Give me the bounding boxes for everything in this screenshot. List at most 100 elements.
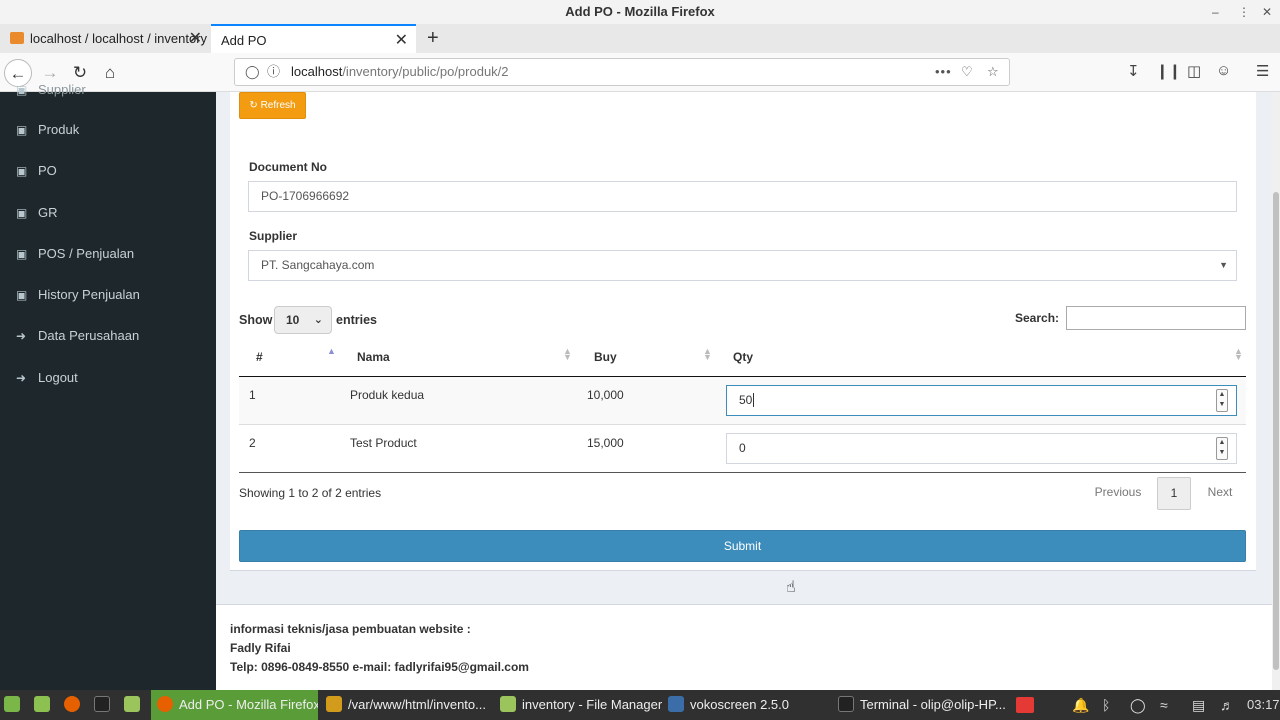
download-icon[interactable]: ↧ [1127,62,1140,80]
sidebar-item-gr[interactable]: ▣ GR [16,203,58,223]
buy-price: 15,000 [587,436,624,450]
clock[interactable]: 03:17 [1247,690,1280,720]
url-bar[interactable]: ◯ ⓘ localhost/inventory/public/po/produk… [234,58,1010,86]
maximize-icon[interactable]: ⋮ [1238,0,1250,24]
account-icon[interactable]: ☺ [1216,62,1231,79]
close-tab-icon[interactable]: ✕ [395,26,408,53]
new-tab-icon[interactable]: + [427,24,439,52]
row-number: 2 [249,436,256,450]
footer-info: informasi teknis/jasa pembuatan website … [230,622,471,636]
qty-input[interactable]: 50 ▲ ▼ [726,385,1237,416]
terminal-launcher-icon[interactable] [94,690,118,720]
qty-value: 0 [739,441,746,455]
refresh-button[interactable]: ↻ Refresh [239,92,306,119]
qty-stepper[interactable]: ▲ ▼ [1216,437,1228,460]
shield-icon[interactable]: ◯ [1130,690,1146,720]
sort-asc-icon: ▲ [327,346,336,356]
sidebar-item-logout[interactable]: ➜ Logout [16,368,78,388]
sidebar-item-label: Supplier [38,82,86,97]
footer-contact: Telp: 0896-0849-8550 e-mail: fadlyrifai9… [230,660,529,674]
chevron-down-icon: ⌄ [313,314,323,326]
url-path: /inventory/public/po/produk/2 [342,64,509,79]
files-launcher-icon[interactable] [124,690,148,720]
row-divider [239,424,1246,425]
info-icon[interactable]: ⓘ [267,59,280,85]
pocket-icon[interactable]: ♡ [961,59,973,85]
page-actions-icon[interactable]: ••• [935,59,952,85]
tab-phpmyadmin[interactable]: localhost / localhost / inventory ✕ [0,24,210,53]
qty-input[interactable]: 0 ▲ ▼ [726,433,1237,464]
page-1-button[interactable]: 1 [1157,477,1191,510]
refresh-icon: ↻ [249,100,258,111]
sidebar-item-produk[interactable]: ▣ Produk [16,120,79,140]
next-button[interactable]: Next [1197,477,1243,510]
firefox-launcher-icon[interactable] [64,690,88,720]
taskbar-item-editor[interactable]: /var/www/html/invento... [322,690,494,720]
taskbar-item-vokoscreen[interactable]: vokoscreen 2.5.0 [664,690,828,720]
sort-icon: ▲ ▼ [703,346,712,362]
clipboard-icon[interactable]: ▤ [1192,690,1205,720]
table-footer-divider [239,472,1246,473]
sidebar-item-label: Logout [38,370,78,385]
taskbar-item-terminal[interactable]: Terminal - olip@olip-HP... [834,690,1010,720]
sort-icon: ▲ ▼ [563,346,572,362]
volume-icon[interactable]: ♬ [1220,690,1234,720]
submit-button[interactable]: Submit [239,530,1246,562]
app-tray-icon[interactable] [1016,690,1034,720]
minimize-icon[interactable]: – [1212,0,1219,24]
column-header-no[interactable]: # [256,350,263,364]
tab-bar: localhost / localhost / inventory ✕ Add … [0,24,1280,53]
column-header-qty[interactable]: Qty [733,350,753,364]
page-length-select[interactable]: 10 ⌄ [274,306,332,334]
hand-cursor-icon: ☝ [786,579,796,596]
vertical-scrollbar[interactable] [1272,92,1280,690]
url-host: localhost [291,64,343,79]
sidebar-item-history[interactable]: ▣ History Penjualan [16,285,140,305]
wifi-icon[interactable]: ≈ [1160,690,1168,720]
sidebar-item-supplier[interactable]: ▣ Supplier [16,80,86,100]
document-no-field[interactable]: PO-1706966692 [248,181,1237,212]
refresh-label: Refresh [260,100,296,111]
buy-price: 10,000 [587,388,624,402]
sidebar-item-label: PO [38,163,57,178]
previous-button[interactable]: Previous [1085,477,1151,510]
close-tab-icon[interactable]: ✕ [189,24,202,53]
show-label: Show [239,313,273,327]
window-title: Add PO - Mozilla Firefox [565,4,715,19]
sidebar-item-po[interactable]: ▣ PO [16,161,57,181]
qty-stepper[interactable]: ▲ ▼ [1216,389,1228,412]
scrollbar-thumb[interactable] [1273,192,1279,670]
notification-bell-icon[interactable]: 🔔 [1072,690,1089,720]
content-area: ↻ Refresh Document No PO-1706966692 Supp… [216,92,1272,690]
sign-in-icon: ➜ [16,329,27,343]
qty-value: 50 [739,393,753,407]
footer-author: Fadly Rifai [230,641,291,655]
table-info: Showing 1 to 2 of 2 entries [239,486,382,500]
taskbar-item-label: Add PO - Mozilla Firefox [179,697,318,712]
search-input[interactable] [1066,306,1246,330]
calendar-icon: ▣ [16,83,28,97]
supplier-select[interactable]: PT. Sangcahaya.com ▼ [248,250,1237,281]
menu-icon[interactable]: ☰ [1256,62,1269,80]
sidebar-toggle-icon[interactable]: ◫ [1187,62,1201,80]
tab-add-po[interactable]: Add PO ✕ [211,24,416,53]
shield-icon[interactable]: ◯ [245,59,260,85]
taskbar-item-file-manager[interactable]: inventory - File Manager [496,690,662,720]
library-icon[interactable]: ❙❙ [1156,62,1181,80]
sidebar-item-data-perusahaan[interactable]: ➜ Data Perusahaan [16,326,139,346]
home-icon[interactable]: ⌂ [96,59,124,87]
taskbar-item-firefox[interactable]: Add PO - Mozilla Firefox [151,690,318,720]
column-header-nama[interactable]: Nama [357,350,390,364]
bookmark-star-icon[interactable]: ☆ [987,59,999,85]
column-header-buy[interactable]: Buy [594,350,617,364]
bluetooth-icon[interactable]: ᛒ [1102,690,1110,720]
calendar-icon: ▣ [16,164,28,178]
sidebar-item-pos[interactable]: ▣ POS / Penjualan [16,244,134,264]
document-no-label: Document No [249,160,327,174]
sidebar-item-label: History Penjualan [38,287,140,302]
show-desktop-icon[interactable] [34,690,58,720]
close-window-icon[interactable]: ✕ [1262,0,1272,24]
window-titlebar: Add PO - Mozilla Firefox – ⋮ ✕ [0,0,1280,24]
product-name: Produk kedua [350,388,425,402]
mint-menu-icon[interactable] [4,690,28,720]
